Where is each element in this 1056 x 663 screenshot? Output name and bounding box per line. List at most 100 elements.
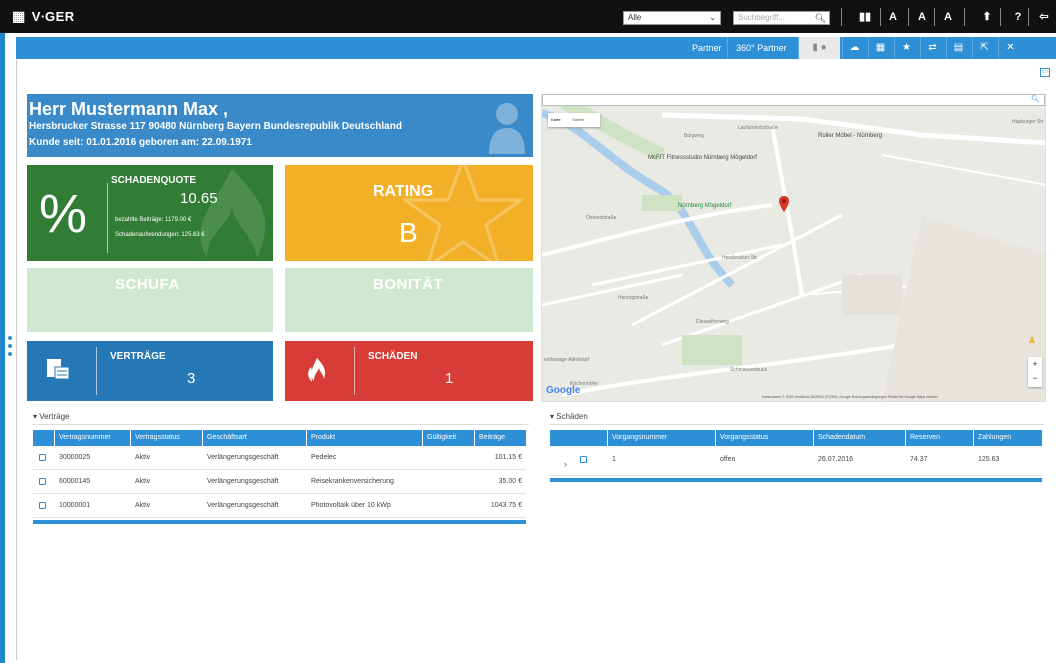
logo-text: V∙GER [31,9,75,24]
zoom-in-icon[interactable]: + [1028,357,1042,371]
transfer-icon[interactable]: ⇄ [920,37,944,59]
vertragsnummer-cell: 60000145 [59,478,91,485]
vertrage-tile[interactable]: VERTRÄGE 3 [27,341,273,401]
rating-title: RATING [373,183,434,200]
toggle-icon[interactable]: ▮ ● [798,37,840,59]
edit-icon[interactable] [39,478,46,485]
col-produkt[interactable]: Produkt [307,430,423,446]
vertrage-table-header: Vertragsnummer Vertragsstatus Geschäftsa… [33,430,526,446]
map-label: Ostendstraße [586,215,617,221]
vertrage-section-header[interactable]: ▾ Verträge [33,412,70,421]
customer-address: Hersbrucker Strasse 117 90480 Nürnberg B… [29,121,402,132]
search-input[interactable]: Suchbegriff... 🔍︎ [733,11,830,25]
app-logo[interactable]: ▦ V∙GER [12,8,75,25]
schaden-title: SCHÄDEN [368,351,418,362]
schaden-count: 1 [445,370,454,387]
edit-icon[interactable] [39,454,46,461]
map-label: McFIT Fitnessstudio Nürnberg Mögeldorf [648,155,757,161]
vertragsnummer-cell: 10000001 [59,502,91,509]
star-icon[interactable]: ★ [894,37,918,59]
col-vertragsnummer[interactable]: Vertragsnummer [55,430,131,446]
font-decrease-icon[interactable]: A [940,8,956,26]
vertrage-section-title: Verträge [39,412,70,421]
geschaeftsart-cell: Verlängerungsgeschäft [207,502,279,509]
vertrage-table-footer [33,520,526,524]
minimize-icon[interactable]: ▭ [1040,68,1050,77]
paid-value: 1179.00 € [165,217,192,223]
reserven-cell: 74.37 [910,456,928,463]
schaden-section-title: Schäden [556,412,588,421]
map-label: Diesselherweg [696,319,729,325]
partner-button[interactable]: Partner [692,37,722,59]
col-gueltigkeit[interactable]: Gültigkeit [423,430,475,446]
star-watermark-icon [403,165,523,261]
vertrage-table-row[interactable]: 10000001 Aktiv Verlängerungsgeschäft Photov… [33,494,526,518]
cloud-icon[interactable]: ☁ [842,37,866,59]
archive-icon[interactable]: ▤ [946,37,970,59]
partner360-button[interactable]: 360° Partner [727,37,787,59]
vorgangsstatus-cell: offen [720,456,736,463]
google-logo: Google [546,385,581,396]
schadenquote-value: 10.65 [180,190,218,207]
map-label: Hersbrucker Str. [722,255,759,261]
search-icon[interactable]: 🔍︎ [815,12,826,24]
search-filter-select[interactable]: Alle ⌄ [623,11,721,25]
rating-value: B [399,217,418,248]
geschaeftsart-cell: Verlängerungsgeschäft [207,478,279,485]
col-reserven[interactable]: Reserven [906,430,974,446]
map-label: Schmausenbuck [730,367,767,373]
schaden-section-header[interactable]: ▾ Schäden [550,412,588,421]
logout-icon[interactable]: ⇦ [1036,8,1052,26]
flame-icon [308,358,326,382]
zoom-controls: + − [1028,357,1042,387]
sidebar-drag-handle[interactable] [8,336,13,362]
calculator-icon[interactable]: ▦ [868,37,892,59]
map-type-toggle[interactable]: Karte Satellit [548,113,600,127]
produkt-cell: Photovoltaik über 10 kWp [311,502,391,509]
vertrage-table-row[interactable]: 30000025 Aktiv Verlängerungsgeschäft Pedele… [33,446,526,470]
col-vertragsstatus[interactable]: Vertragsstatus [131,430,203,446]
zoom-out-icon[interactable]: − [1028,371,1042,385]
map-view[interactable]: Karte Satellit Roller Möbel - Nürnberg Mc… [541,94,1046,402]
quickaccess-icon[interactable]: ▮▮ [857,8,873,26]
edit-icon[interactable] [580,456,587,463]
font-normal-icon[interactable]: A [914,8,930,26]
vorgangsnummer-cell: 1 [612,456,616,463]
vertrage-count: 3 [187,370,196,387]
schufa-title: SCHUFA [115,276,180,293]
map-pin-icon[interactable] [779,196,789,212]
top-navigation-bar: ▦ V∙GER Alle ⌄ Suchbegriff... 🔍︎ ▮▮ A A A ⬆… [0,0,1056,33]
map-footer: Kartendaten © 2016 GeoBasis-DE/BKG (©200… [762,395,938,399]
upload-icon[interactable]: ⬆ [979,8,995,26]
export-icon[interactable]: ⇱ [972,37,996,59]
map-search-input[interactable]: 🔍︎ [542,94,1045,106]
schadenquote-tile[interactable]: % SCHADENQUOTE 10.65 bezahlte Beiträge: … [27,165,273,261]
help-icon[interactable]: ? [1010,8,1026,26]
close-icon[interactable]: ✕ [998,37,1022,59]
map-tab-satellite[interactable]: Satellit [572,117,584,122]
map-label: Roller Möbel - Nürnberg [818,133,883,139]
vertrage-table-row[interactable]: 60000145 Aktiv Verlängerungsgeschäft Reisek… [33,470,526,494]
schaden-tile[interactable]: SCHÄDEN 1 [285,341,533,401]
expand-row-icon[interactable]: › [560,446,567,476]
col-beitraege[interactable]: Beiträge [475,430,526,446]
pegman-icon[interactable]: ♟ [1028,335,1042,347]
map-tab-map[interactable]: Karte [551,117,561,122]
chevron-down-icon: ⌄ [709,13,716,22]
col-schadendatum[interactable]: Schadendatum [814,430,906,446]
col-zahlungen[interactable]: Zahlungen [974,430,1042,446]
schufa-tile[interactable]: SCHUFA [27,268,273,332]
apps-grid-icon[interactable]: ▦ [12,8,26,25]
damage-label: Schadenaufwendungen: [115,232,180,238]
search-icon[interactable]: 🔍︎ [1031,95,1040,103]
rating-tile[interactable]: RATING B [285,165,533,261]
edit-icon[interactable] [39,502,46,509]
schaden-table-row[interactable]: › 1 offen 26.07.2016 74.37 125.63 [550,446,1042,476]
paid-label: bezahlte Beiträge: [115,217,164,223]
col-vorgangsstatus[interactable]: Vorgangsstatus [716,430,814,446]
bonitat-tile[interactable]: BONITÄT [285,268,533,332]
zahlungen-cell: 125.63 [978,456,1000,463]
col-geschaeftsart[interactable]: Geschäftsart [203,430,307,446]
font-increase-icon[interactable]: A [885,8,901,26]
col-vorgangsnummer[interactable]: Vorgangsnummer [608,430,716,446]
